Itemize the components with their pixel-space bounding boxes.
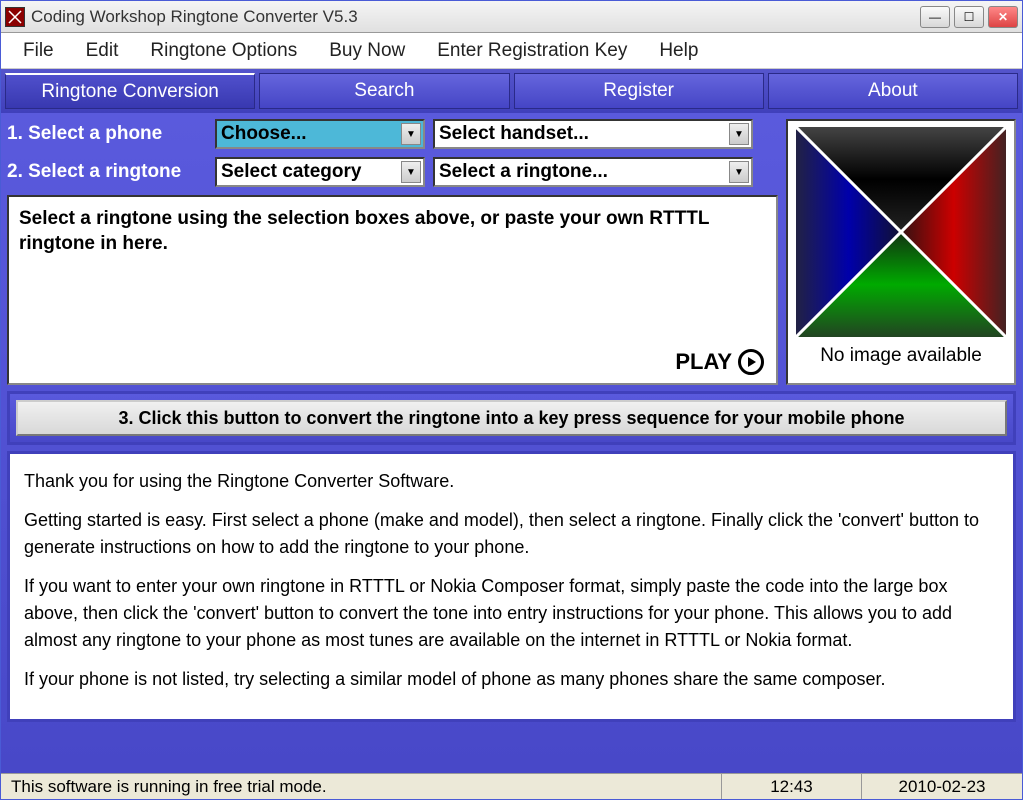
status-time: 12:43 [722,774,862,799]
chevron-down-icon: ▼ [401,161,421,183]
menu-file[interactable]: File [9,36,68,66]
tab-search[interactable]: Search [259,73,509,109]
status-date: 2010-02-23 [862,774,1022,799]
ringtone-dropdown[interactable]: Select a ringtone... ▼ [433,157,753,187]
category-value: Select category [221,161,361,183]
info-panel: Thank you for using the Ringtone Convert… [7,451,1016,722]
tab-about[interactable]: About [768,73,1018,109]
select-ringtone-row: 2. Select a ringtone Select category ▼ S… [7,157,778,187]
menu-edit[interactable]: Edit [72,36,133,66]
play-label: PLAY [675,349,732,375]
window-controls: — ☐ ✕ [920,6,1018,28]
tabbar: Ringtone Conversion Search Register Abou… [1,69,1022,113]
close-button[interactable]: ✕ [988,6,1018,28]
handset-value: Select handset... [439,123,589,145]
menu-buy-now[interactable]: Buy Now [315,36,419,66]
chevron-down-icon: ▼ [729,161,749,183]
preview-panel: No image available [786,119,1016,385]
phone-maker-value: Choose... [221,123,307,145]
menu-ringtone-options[interactable]: Ringtone Options [136,36,311,66]
info-p3: If you want to enter your own ringtone i… [24,573,999,654]
tab-register[interactable]: Register [514,73,764,109]
status-message: This software is running in free trial m… [1,774,722,799]
convert-button[interactable]: 3. Click this button to convert the ring… [16,400,1007,436]
select-phone-row: 1. Select a phone Choose... ▼ Select han… [7,119,778,149]
convert-section: 3. Click this button to convert the ring… [7,391,1016,445]
menu-help[interactable]: Help [645,36,712,66]
app-icon [5,7,25,27]
chevron-down-icon: ▼ [729,123,749,145]
play-icon [738,349,764,375]
phone-maker-dropdown[interactable]: Choose... ▼ [215,119,425,149]
titlebar: Coding Workshop Ringtone Converter V5.3 … [1,1,1022,33]
minimize-button[interactable]: — [920,6,950,28]
window-title: Coding Workshop Ringtone Converter V5.3 [31,7,920,27]
app-window: Coding Workshop Ringtone Converter V5.3 … [0,0,1023,800]
select-ringtone-label: 2. Select a ringtone [7,161,207,183]
top-section: 1. Select a phone Choose... ▼ Select han… [7,119,1016,385]
menu-enter-registration[interactable]: Enter Registration Key [423,36,641,66]
info-p4: If your phone is not listed, try selecti… [24,666,999,693]
no-image-label: No image available [820,345,982,367]
category-dropdown[interactable]: Select category ▼ [215,157,425,187]
textarea-placeholder: Select a ringtone using the selection bo… [19,207,766,256]
play-button[interactable]: PLAY [675,349,764,375]
tab-ringtone-conversion[interactable]: Ringtone Conversion [5,73,255,109]
logo-image [796,127,1006,337]
info-p2: Getting started is easy. First select a … [24,507,999,561]
menubar: File Edit Ringtone Options Buy Now Enter… [1,33,1022,69]
chevron-down-icon: ▼ [401,123,421,145]
main-content: 1. Select a phone Choose... ▼ Select han… [1,113,1022,773]
select-phone-label: 1. Select a phone [7,123,207,145]
ringtone-value: Select a ringtone... [439,161,608,183]
handset-dropdown[interactable]: Select handset... ▼ [433,119,753,149]
statusbar: This software is running in free trial m… [1,773,1022,799]
ringtone-textarea[interactable]: Select a ringtone using the selection bo… [7,195,778,385]
maximize-button[interactable]: ☐ [954,6,984,28]
info-p1: Thank you for using the Ringtone Convert… [24,468,999,495]
left-controls: 1. Select a phone Choose... ▼ Select han… [7,119,778,385]
